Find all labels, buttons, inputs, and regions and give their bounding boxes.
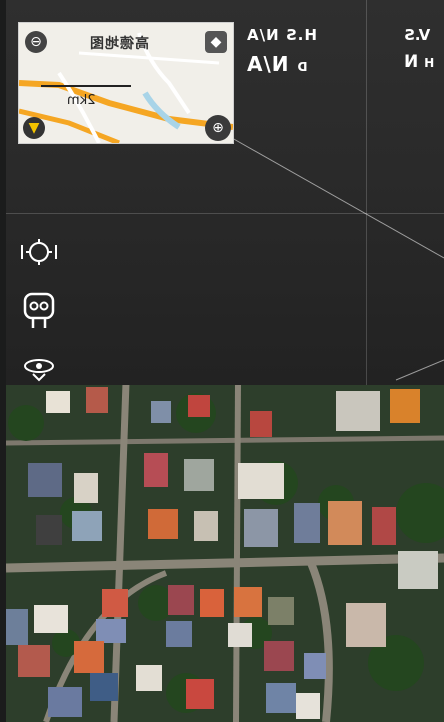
h-value: N bbox=[404, 52, 419, 72]
aerial-video-feed bbox=[6, 383, 444, 722]
heading-line-lower bbox=[395, 359, 444, 381]
eye-icon bbox=[24, 359, 54, 382]
map-scale: 2km bbox=[67, 93, 96, 108]
camera-view: ⊖ 高德地图 ◆ 2km ▼ ⊕ H.S N/A D N/A V.S H N bbox=[0, 0, 444, 722]
hs-readout: H.S N/A bbox=[246, 26, 317, 44]
vs-label: V.S bbox=[404, 26, 431, 44]
target-icon bbox=[21, 239, 57, 265]
map-scale-bar bbox=[41, 85, 131, 87]
d-label: D bbox=[296, 60, 308, 74]
compass-icon[interactable]: ▼ bbox=[23, 117, 45, 139]
mini-map[interactable]: ⊖ 高德地图 ◆ 2km ▼ ⊕ bbox=[18, 22, 234, 144]
hs-label: H.S bbox=[284, 26, 317, 44]
ai-mode-button[interactable] bbox=[22, 290, 56, 332]
h-label: H bbox=[424, 56, 435, 70]
vs-readout: V.S bbox=[404, 26, 430, 44]
distance-readout: D N/A bbox=[246, 52, 307, 76]
robot-icon bbox=[23, 292, 55, 328]
heading-line bbox=[231, 137, 444, 259]
height-readout: H N bbox=[404, 52, 434, 72]
view-mode-button[interactable] bbox=[22, 354, 56, 382]
locate-icon[interactable]: ⊕ bbox=[205, 115, 231, 141]
map-layer-icon[interactable]: ⊖ bbox=[25, 31, 47, 53]
d-value: N/A bbox=[246, 52, 289, 76]
hs-value: N/A bbox=[246, 26, 279, 44]
target-button[interactable] bbox=[20, 236, 58, 268]
tag-icon[interactable]: ◆ bbox=[205, 31, 227, 53]
map-title: 高德地图 bbox=[89, 36, 149, 52]
